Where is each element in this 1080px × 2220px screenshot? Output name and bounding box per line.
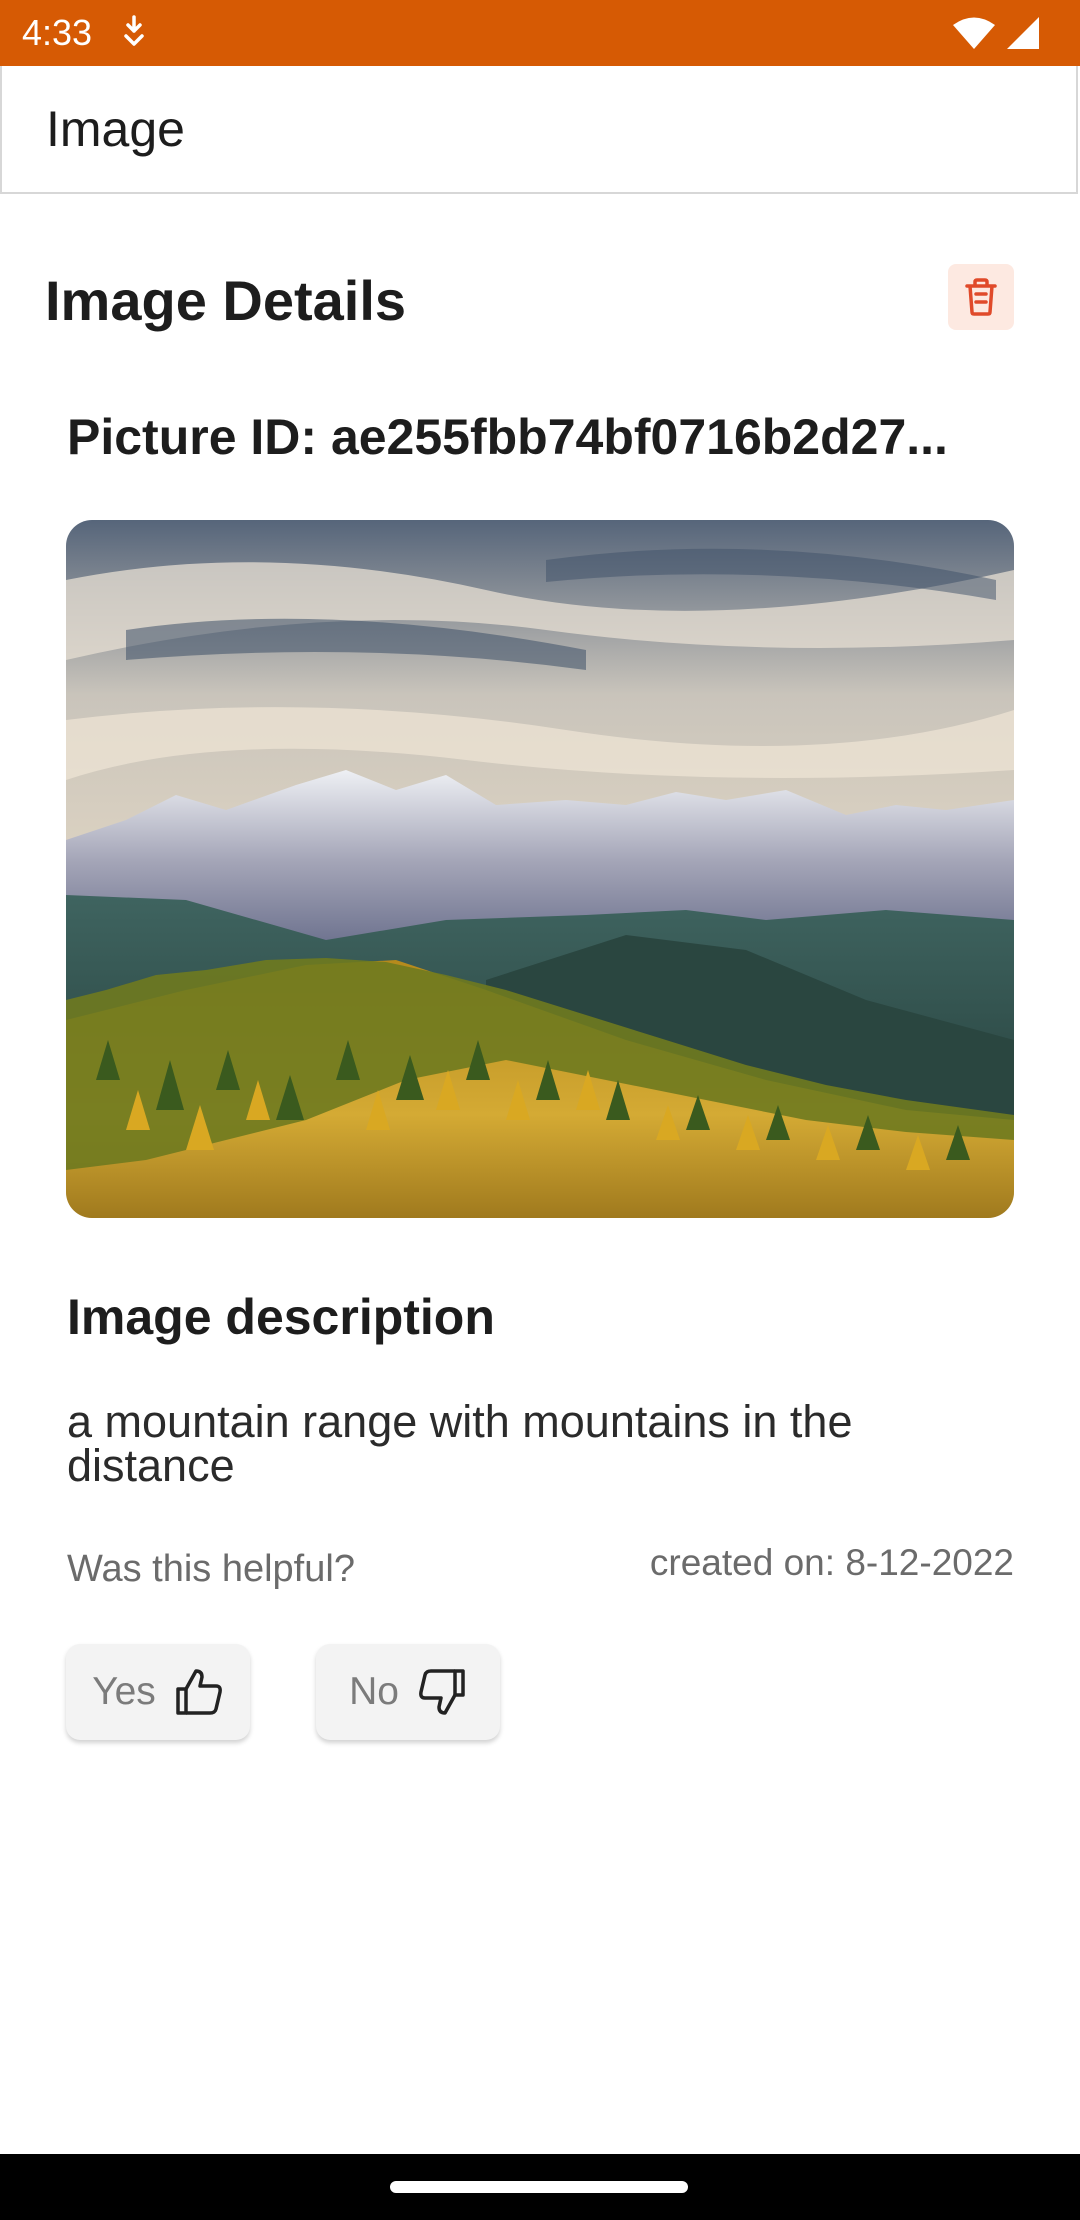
delete-button[interactable]	[948, 264, 1014, 330]
no-label: No	[349, 1670, 399, 1713]
signal-icon	[1007, 17, 1039, 49]
trash-icon	[965, 278, 997, 316]
description-heading: Image description	[67, 1289, 495, 1345]
helpful-question: Was this helpful?	[67, 1548, 355, 1590]
download-icon	[124, 15, 144, 46]
status-bar: 4:33	[0, 0, 1080, 66]
page-title: Image Details	[45, 269, 407, 332]
yes-label: Yes	[92, 1670, 156, 1713]
wifi-icon	[953, 17, 995, 49]
picture-id: Picture ID: ae255fbb74bf0716b2d27...	[67, 409, 948, 465]
thumbs-down-icon	[419, 1669, 465, 1715]
thumbs-up-icon	[176, 1669, 222, 1715]
status-time: 4:33	[22, 12, 93, 53]
home-handle[interactable]	[390, 2181, 688, 2193]
created-date: created on: 8-12-2022	[649, 1542, 1014, 1583]
mountain-photo	[66, 520, 1014, 1218]
app-bar: Image	[0, 66, 1078, 194]
no-button[interactable]: No	[316, 1644, 500, 1740]
description-text: a mountain range with mountains in the d…	[67, 1396, 853, 1491]
app-bar-title: Image	[46, 101, 185, 157]
yes-button[interactable]: Yes	[66, 1644, 250, 1740]
